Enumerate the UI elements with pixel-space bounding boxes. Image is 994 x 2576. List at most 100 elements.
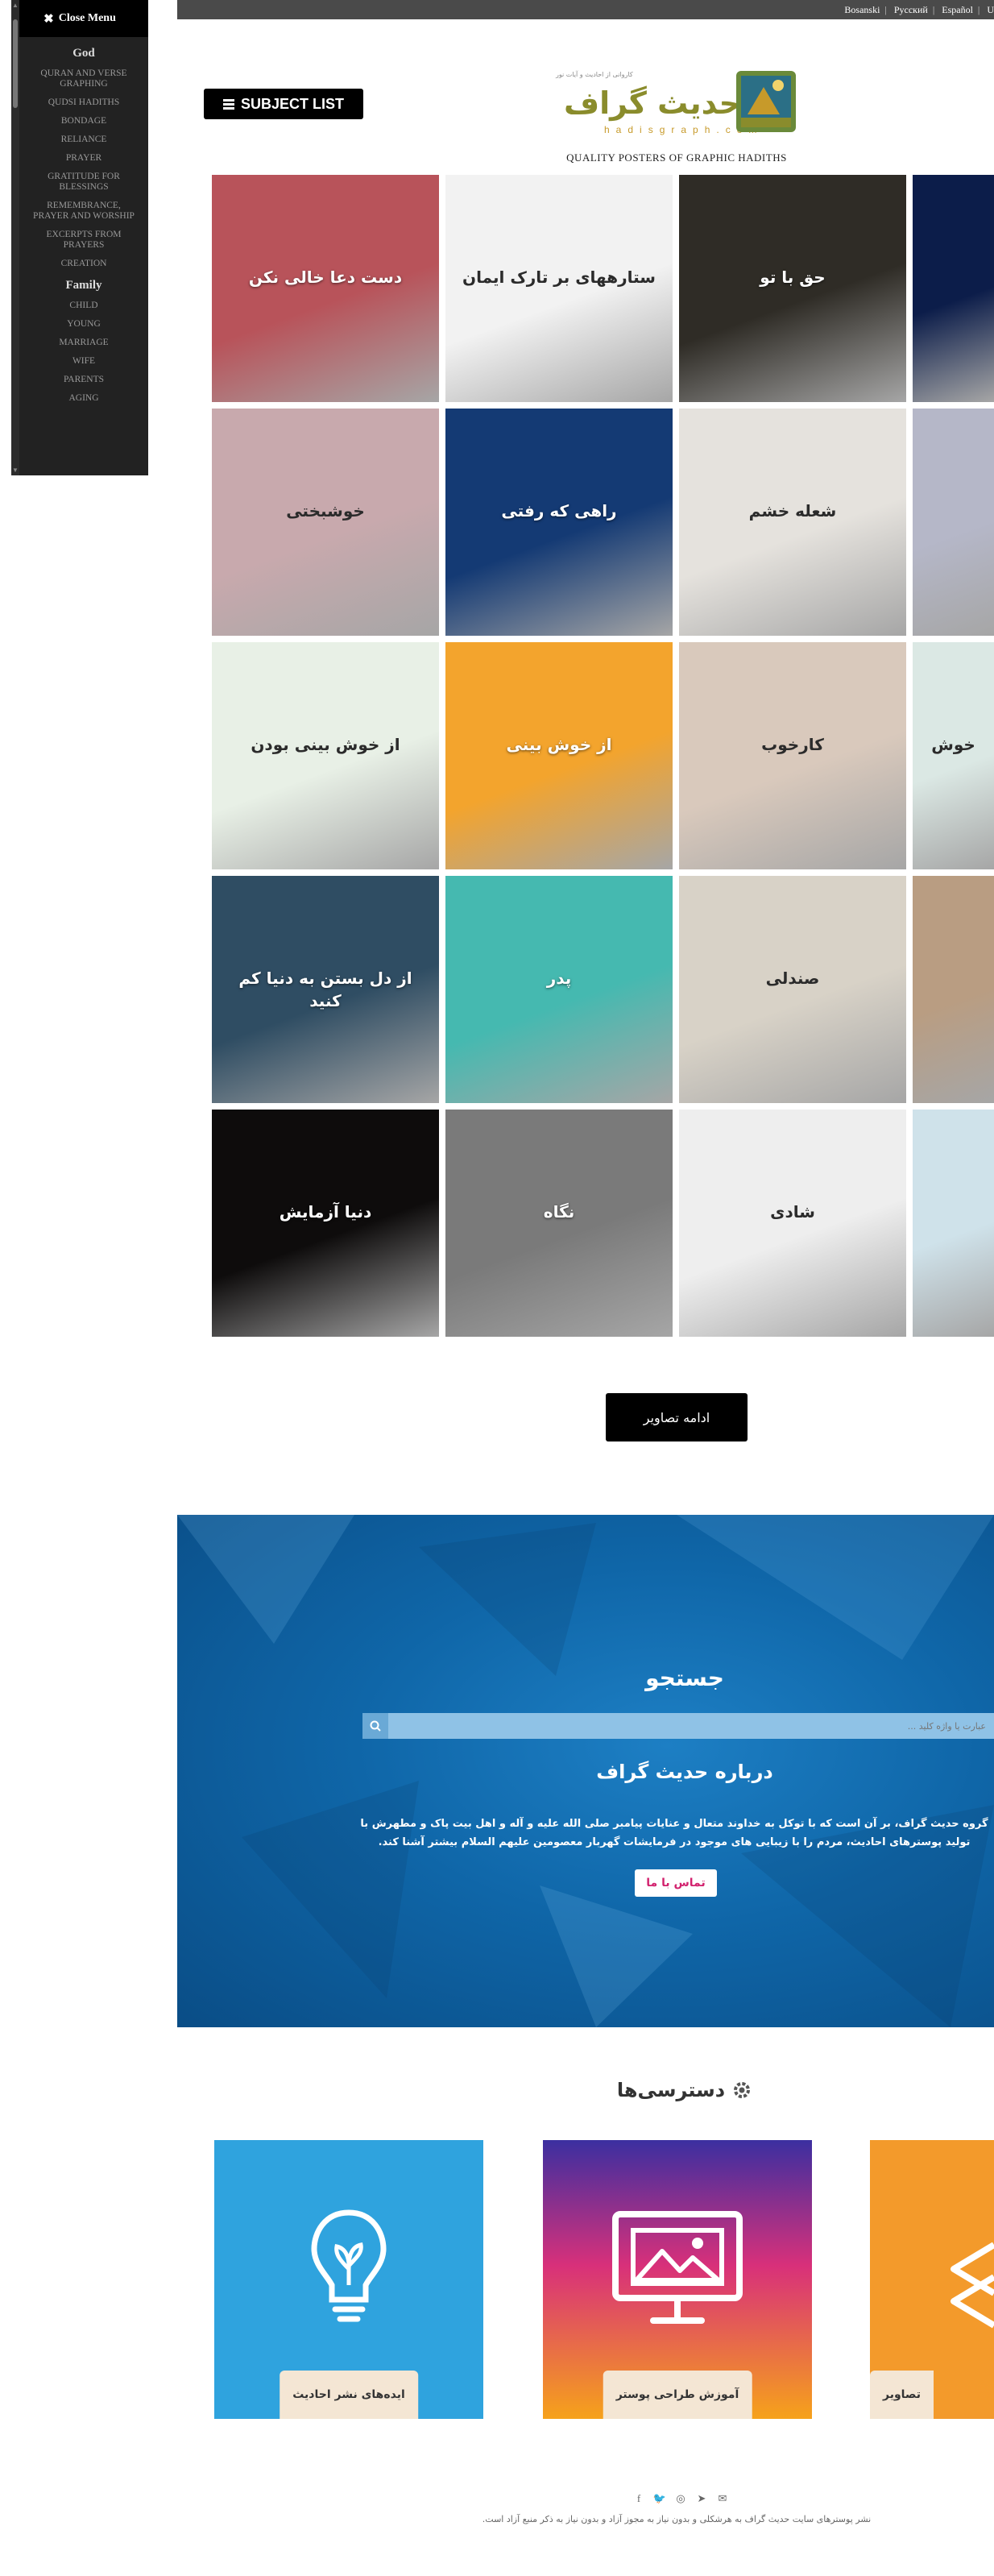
access-heading: دسترسی‌ها <box>564 2079 806 2101</box>
subject-list-button[interactable]: SUBJECT LIST <box>204 89 363 119</box>
poster-tile[interactable] <box>913 175 994 402</box>
facebook-icon[interactable]: f <box>632 2492 645 2505</box>
search-form <box>362 1713 994 1739</box>
lang-bosanski[interactable]: Bosanski <box>844 4 880 15</box>
access-card-images[interactable]: تصاویر <box>870 2140 994 2419</box>
poster-tile[interactable] <box>913 1110 994 1337</box>
sidebar-item[interactable]: QURAN AND VERSE GRAPHING <box>19 68 148 89</box>
sidebar-item[interactable]: PRAYER <box>19 153 148 164</box>
poster-tile[interactable]: صندلی <box>679 876 906 1103</box>
poster-caption: صندلی <box>765 968 820 988</box>
about-text: گروه حدیث گراف، بر آن است که با توکل به … <box>360 1818 988 1848</box>
poster-tile[interactable]: دست دعا خالی نکن <box>212 175 439 402</box>
subject-list-label: SUBJECT LIST <box>240 95 344 112</box>
poster-tile[interactable]: پدر <box>445 876 673 1103</box>
search-title: جستجو <box>645 1665 724 1691</box>
poster-tile[interactable]: نگاه <box>445 1110 673 1337</box>
layers-icon <box>951 2242 994 2329</box>
sidebar-item[interactable]: BONDAGE <box>19 116 148 127</box>
poster-caption: شادی <box>770 1201 815 1222</box>
search-icon <box>370 1720 381 1732</box>
sidebar-item[interactable]: WIFE <box>19 356 148 367</box>
access-card-poster-design[interactable]: آموزش طراحی پوستر <box>543 2140 812 2419</box>
instagram-icon[interactable]: ◎ <box>674 2492 687 2505</box>
monitor-image-icon <box>612 2211 743 2324</box>
site-logo[interactable]: کاروانی از احادیث و آیات نور حدیث گراف h… <box>556 66 814 139</box>
sidebar-item[interactable]: YOUNG <box>19 319 148 330</box>
sidebar-category-family[interactable]: Family <box>19 279 148 292</box>
sidebar-item[interactable]: MARRIAGE <box>19 338 148 348</box>
poster-tile[interactable]: دنیا آزمایش <box>212 1110 439 1337</box>
lang-more[interactable]: U <box>987 4 994 15</box>
search-input[interactable] <box>388 1713 994 1739</box>
sidebar-item[interactable]: AGING <box>19 393 148 404</box>
sidebar-item[interactable]: QUDSI HADITHS <box>19 97 148 108</box>
lang-espanol[interactable]: Español <box>942 4 973 15</box>
poster-caption: خوش <box>931 734 975 754</box>
logo-emblem-icon <box>736 71 796 132</box>
subject-sidebar: ✖ Close Menu ▲ ▼ God QURAN AND VERSE GRA… <box>11 0 148 475</box>
access-title-text: دسترسی‌ها <box>616 2079 726 2101</box>
poster-tile[interactable]: ستارههای بر تارک ایمان <box>445 175 673 402</box>
poster-caption: کارخوب <box>761 734 824 754</box>
poster-tile[interactable]: خوش <box>913 642 994 869</box>
social-links: f 🐦 ◎ ➤ ✉ <box>628 2488 733 2509</box>
poster-caption: نگاه <box>543 1201 575 1222</box>
card-label: ایده‌های نشر احادیث <box>280 2371 418 2419</box>
card-label: آموزش طراحی پوستر <box>603 2371 752 2419</box>
about-title: درباره حدیث گراف <box>596 1761 773 1783</box>
poster-tile[interactable]: حق با تو <box>679 175 906 402</box>
poster-tile[interactable] <box>913 876 994 1103</box>
poster-tile[interactable] <box>913 409 994 636</box>
more-images-button[interactable]: ادامه تصاویر <box>606 1393 748 1441</box>
sidebar-item[interactable]: GRATITUDE FOR BLESSINGS <box>19 172 148 193</box>
sidebar-scrollbar[interactable]: ▲ ▼ <box>11 0 19 475</box>
sidebar-item[interactable]: REMEMBRANCE, PRAYER AND WORSHIP <box>19 201 148 222</box>
logo-title: حدیث گراف <box>564 85 741 121</box>
contact-us-button[interactable]: تماس با ما <box>635 1869 717 1897</box>
poster-tile[interactable]: از خوش بینی <box>445 642 673 869</box>
poster-tile[interactable]: راهی که رفتی <box>445 409 673 636</box>
sidebar-item[interactable]: RELIANCE <box>19 135 148 145</box>
poster-tile[interactable]: شعله خشم <box>679 409 906 636</box>
poster-caption: ستارههای بر تارک ایمان <box>462 267 656 287</box>
telegram-icon[interactable]: ➤ <box>695 2492 708 2505</box>
menu-icon <box>222 97 234 111</box>
poster-caption: از خوش بینی <box>506 734 612 754</box>
close-menu-label: Close Menu <box>58 12 116 24</box>
card-label: تصاویر <box>870 2371 934 2419</box>
poster-tile[interactable]: خوشبختی <box>212 409 439 636</box>
gear-icon <box>734 2082 751 2098</box>
poster-tile[interactable]: از خوش بینی بودن <box>212 642 439 869</box>
sidebar-item[interactable]: EXCERPTS FROM PRAYERS <box>19 230 148 251</box>
poster-caption: پدر <box>546 968 572 988</box>
poster-caption: حق با تو <box>760 267 826 287</box>
poster-caption: دنیا آزمایش <box>279 1201 372 1222</box>
sidebar-item[interactable]: PARENTS <box>19 375 148 385</box>
poster-caption: شعله خشم <box>748 500 837 521</box>
language-bar: Bosanski | Русский | Español | U <box>177 0 994 19</box>
site-tagline: QUALITY POSTERS OF GRAPHIC HADITHS <box>566 151 787 164</box>
scroll-down-icon[interactable]: ▼ <box>12 467 19 474</box>
logo-tagline: کاروانی از احادیث و آیات نور <box>556 71 633 78</box>
sidebar-category-god[interactable]: God <box>19 47 148 60</box>
search-button[interactable] <box>362 1713 388 1739</box>
poster-caption: از خوش بینی بودن <box>251 734 400 754</box>
scrollbar-thumb[interactable] <box>13 19 18 108</box>
poster-tile[interactable]: شادی <box>679 1110 906 1337</box>
sidebar-item[interactable]: CREATION <box>19 259 148 269</box>
access-card-ideas[interactable]: ایده‌های نشر احادیث <box>214 2140 483 2419</box>
lang-russian[interactable]: Русский <box>894 4 928 15</box>
close-icon: ✖ <box>43 12 54 26</box>
email-icon[interactable]: ✉ <box>716 2492 729 2505</box>
footer-text: نشر پوسترهای سایت حدیث گراف به هرشکلی و … <box>482 2514 872 2524</box>
sidebar-item[interactable]: CHILD <box>19 301 148 311</box>
poster-tile[interactable]: کارخوب <box>679 642 906 869</box>
poster-tile[interactable]: از دل بستن به دنیا کم کنید <box>212 876 439 1103</box>
poster-caption: از دل بستن به دنیا کم کنید <box>238 968 412 1010</box>
scroll-up-icon[interactable]: ▲ <box>12 2 19 9</box>
poster-caption: دست دعا خالی نکن <box>248 267 403 287</box>
twitter-icon[interactable]: 🐦 <box>653 2492 666 2505</box>
poster-caption: خوشبختی <box>286 500 365 521</box>
close-menu-button[interactable]: ✖ Close Menu <box>11 0 148 37</box>
